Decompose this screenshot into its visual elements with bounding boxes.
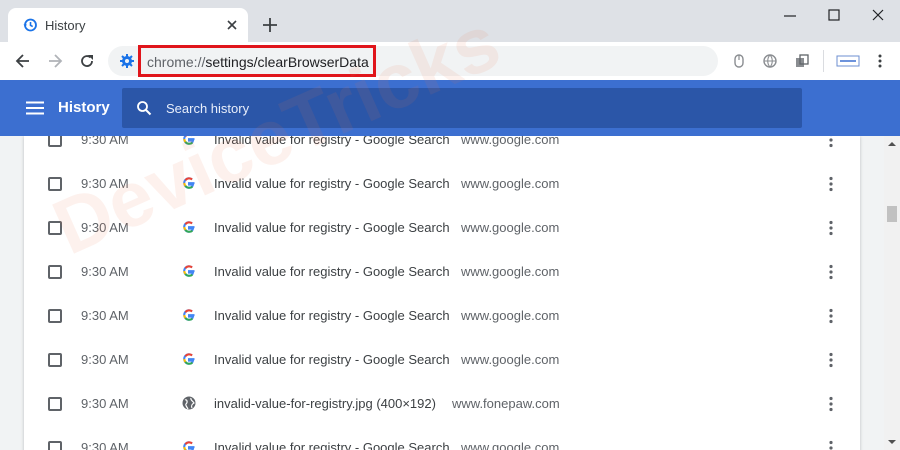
chrome-menu-icon[interactable]	[872, 53, 888, 69]
search-box[interactable]	[122, 88, 802, 128]
page-domain: www.fonepaw.com	[452, 396, 560, 411]
row-checkbox[interactable]	[48, 221, 62, 235]
maximize-icon[interactable]	[826, 8, 842, 22]
history-row[interactable]: 9:30 AM invalid-value-for-registry.jpg (4…	[24, 382, 860, 426]
back-arrow-icon[interactable]	[13, 51, 33, 71]
history-icon	[23, 18, 37, 32]
history-row[interactable]: 9:30 AM Invalid value for registry - Goog…	[24, 250, 860, 294]
page-domain: www.google.com	[461, 440, 560, 450]
gear-icon[interactable]	[119, 53, 135, 69]
visit-time: 9:30 AM	[81, 440, 129, 450]
globe-icon	[182, 396, 196, 410]
scroll-down-icon[interactable]	[888, 438, 896, 446]
scrollbar[interactable]	[884, 136, 900, 450]
google-g-icon	[183, 136, 195, 145]
google-g-icon	[183, 309, 195, 321]
forward-arrow-icon[interactable]	[45, 51, 65, 71]
visit-time: 9:30 AM	[81, 136, 129, 147]
history-row[interactable]: 9:30 AM Invalid value for registry - Goog…	[24, 162, 860, 206]
toolbar: chrome://settings/clearBrowserData	[0, 42, 900, 80]
url-highlight[interactable]: chrome://settings/clearBrowserData	[138, 45, 376, 77]
visit-time: 9:30 AM	[81, 396, 129, 411]
toolbar-divider	[823, 50, 824, 72]
visit-time: 9:30 AM	[81, 308, 129, 323]
scroll-up-icon[interactable]	[888, 140, 896, 148]
page-title-link[interactable]: invalid-value-for-registry.jpg (400×192)	[214, 396, 436, 411]
page-title-link[interactable]: Invalid value for registry - Google Sear…	[214, 136, 450, 147]
close-icon[interactable]	[224, 17, 240, 33]
visit-time: 9:30 AM	[81, 352, 129, 367]
row-checkbox[interactable]	[48, 441, 62, 450]
page-domain: www.google.com	[461, 220, 560, 235]
more-vert-icon[interactable]	[826, 352, 836, 368]
extension-mouse-icon[interactable]	[731, 53, 747, 69]
more-vert-icon[interactable]	[826, 396, 836, 412]
page-domain: www.google.com	[461, 176, 560, 191]
tab-title: History	[45, 18, 86, 33]
more-vert-icon[interactable]	[826, 308, 836, 324]
page-title: History	[58, 99, 110, 116]
page-domain: www.google.com	[461, 136, 560, 147]
url-text: chrome://settings/clearBrowserData	[147, 54, 369, 70]
visit-time: 9:30 AM	[81, 176, 129, 191]
page-domain: www.google.com	[461, 308, 560, 323]
minimize-icon[interactable]	[782, 8, 798, 22]
tab-strip: History	[0, 0, 900, 42]
more-vert-icon[interactable]	[826, 136, 836, 148]
page-domain: www.google.com	[461, 264, 560, 279]
url-scheme: chrome://	[147, 54, 206, 70]
more-vert-icon[interactable]	[826, 220, 836, 236]
page-domain: www.google.com	[461, 352, 560, 367]
visit-time: 9:30 AM	[81, 264, 129, 279]
history-row[interactable]: 9:30 AM Invalid value for registry - Goog…	[24, 426, 860, 450]
page-title-link[interactable]: Invalid value for registry - Google Sear…	[214, 176, 450, 191]
google-g-icon	[183, 441, 195, 450]
row-checkbox[interactable]	[48, 177, 62, 191]
visit-time: 9:30 AM	[81, 220, 129, 235]
google-g-icon	[183, 265, 195, 277]
google-g-icon	[183, 221, 195, 233]
page-title-link[interactable]: Invalid value for registry - Google Sear…	[214, 440, 450, 450]
page-title-link[interactable]: Invalid value for registry - Google Sear…	[214, 220, 450, 235]
row-checkbox[interactable]	[48, 397, 62, 411]
url-path: settings/clearBrowserData	[205, 54, 369, 70]
row-checkbox[interactable]	[48, 265, 62, 279]
extension-badge-icon[interactable]	[836, 53, 860, 69]
history-row[interactable]: 9:30 AM Invalid value for registry - Goog…	[24, 294, 860, 338]
reload-icon[interactable]	[77, 51, 97, 71]
tab-history[interactable]: History	[8, 8, 248, 42]
page-title-link[interactable]: Invalid value for registry - Google Sear…	[214, 264, 450, 279]
more-vert-icon[interactable]	[826, 440, 836, 450]
google-g-icon	[183, 353, 195, 365]
close-window-icon[interactable]	[870, 8, 886, 22]
google-g-icon	[183, 177, 195, 189]
history-row[interactable]: 9:30 AM Invalid value for registry - Goog…	[24, 338, 860, 382]
history-header: History	[0, 80, 900, 136]
more-vert-icon[interactable]	[826, 176, 836, 192]
row-checkbox[interactable]	[48, 136, 62, 147]
page-title-link[interactable]: Invalid value for registry - Google Sear…	[214, 352, 450, 367]
more-vert-icon[interactable]	[826, 264, 836, 280]
search-input[interactable]	[166, 88, 786, 128]
row-checkbox[interactable]	[48, 353, 62, 367]
extension-globe-icon[interactable]	[762, 53, 778, 69]
history-content: 9:30 AM Invalid value for registry - Goog…	[0, 136, 884, 450]
plus-icon[interactable]	[261, 16, 279, 34]
scrollbar-thumb[interactable]	[887, 206, 897, 222]
history-card: 9:30 AM Invalid value for registry - Goog…	[24, 136, 860, 450]
history-row[interactable]: 9:30 AM Invalid value for registry - Goog…	[24, 206, 860, 250]
extension-copy-icon[interactable]	[794, 53, 810, 69]
row-checkbox[interactable]	[48, 309, 62, 323]
page-title-link[interactable]: Invalid value for registry - Google Sear…	[214, 308, 450, 323]
history-row[interactable]: 9:30 AM Invalid value for registry - Goog…	[24, 136, 860, 162]
hamburger-menu-icon[interactable]	[26, 101, 44, 115]
search-icon[interactable]	[136, 100, 152, 116]
